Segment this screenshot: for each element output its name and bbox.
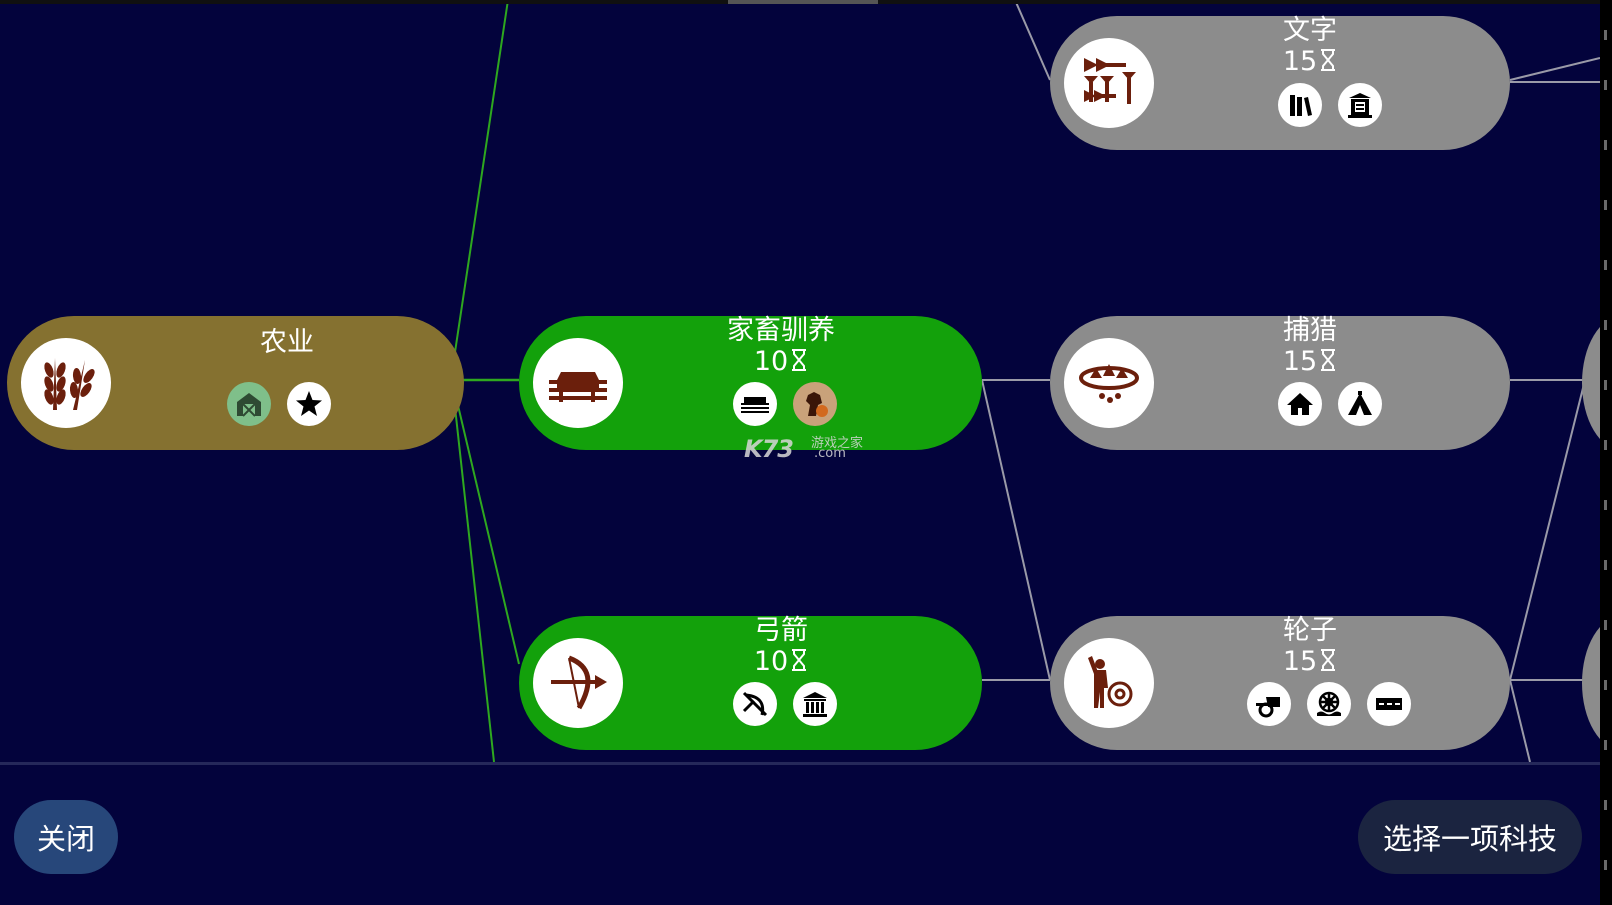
tech-name: 家畜驯养 [727, 315, 835, 346]
connector-line [1509, 57, 1600, 81]
tech-card-archery[interactable]: 弓箭 10 [519, 616, 982, 750]
road-icon[interactable] [1367, 682, 1411, 726]
watermill-icon[interactable] [1307, 682, 1351, 726]
tech-unlocks [1278, 382, 1382, 426]
tech-unlocks [1247, 682, 1411, 726]
hut-icon[interactable] [1278, 382, 1322, 426]
pasture-icon [533, 338, 623, 428]
tech-unlocks [1278, 83, 1382, 127]
tech-name: 农业 [260, 327, 314, 358]
tech-tree[interactable]: 农业 家畜驯养 10 弓箭 10 文字 15 捕猎 15 轮子 15 K73 游… [0, 0, 1600, 762]
tech-card-animal-husbandry[interactable]: 家畜驯养 10 [519, 316, 982, 450]
close-button[interactable]: 关闭 [14, 800, 118, 874]
library-icon[interactable] [1278, 83, 1322, 127]
archer-icon[interactable] [733, 682, 777, 726]
tech-card-writing[interactable]: 文字 15 [1050, 16, 1510, 150]
connector-line [981, 379, 1051, 681]
tech-cost: 15 [1220, 347, 1400, 377]
connector-line [1014, 0, 1051, 81]
tech-cost: 15 [1220, 647, 1400, 677]
tech-card-trapping[interactable]: 捕猎 15 [1050, 316, 1510, 450]
tech-cost: 10 [691, 647, 871, 677]
partial-tech-card [1582, 627, 1600, 739]
select-tech-button[interactable]: 选择一项科技 [1358, 800, 1582, 874]
tech-name: 轮子 [1283, 615, 1337, 646]
tech-name: 文字 [1283, 15, 1337, 46]
hourglass-icon [1321, 649, 1336, 671]
connector-line [451, 379, 495, 762]
cuneiform-icon [1064, 38, 1154, 128]
top-tab [728, 0, 878, 4]
tech-unlocks [733, 382, 837, 426]
pasture-icon[interactable] [733, 382, 777, 426]
tech-cost: 10 [691, 347, 871, 377]
tech-name: 捕猎 [1283, 315, 1337, 346]
connector-line [451, 0, 509, 373]
bow-icon [533, 638, 623, 728]
hourglass-icon [792, 349, 807, 371]
horse-icon[interactable] [793, 382, 837, 426]
trap-icon [1064, 338, 1154, 428]
granary-icon[interactable] [227, 382, 271, 426]
tech-cost: 15 [1220, 47, 1400, 77]
top-edge [0, 0, 1600, 4]
tech-name: 弓箭 [754, 615, 808, 646]
connector-line [451, 379, 520, 665]
temple-icon[interactable] [793, 682, 837, 726]
wheat-icon [21, 338, 111, 428]
right-edge-strip [1600, 0, 1612, 905]
hourglass-icon [1321, 49, 1336, 71]
tech-unlocks [733, 682, 837, 726]
tent-icon[interactable] [1338, 382, 1382, 426]
partial-tech-card [1582, 327, 1600, 439]
wheel-maker-icon [1064, 638, 1154, 728]
hourglass-icon [792, 649, 807, 671]
tech-card-wheel[interactable]: 轮子 15 [1050, 616, 1510, 750]
chariot-icon[interactable] [1247, 682, 1291, 726]
connector-line [1509, 679, 1531, 762]
tech-card-agriculture[interactable]: 农业 [7, 316, 464, 450]
connector-line [1509, 379, 1586, 681]
star-icon[interactable] [287, 382, 331, 426]
monument-icon[interactable] [1338, 83, 1382, 127]
tech-unlocks [227, 382, 331, 426]
hourglass-icon [1321, 349, 1336, 371]
